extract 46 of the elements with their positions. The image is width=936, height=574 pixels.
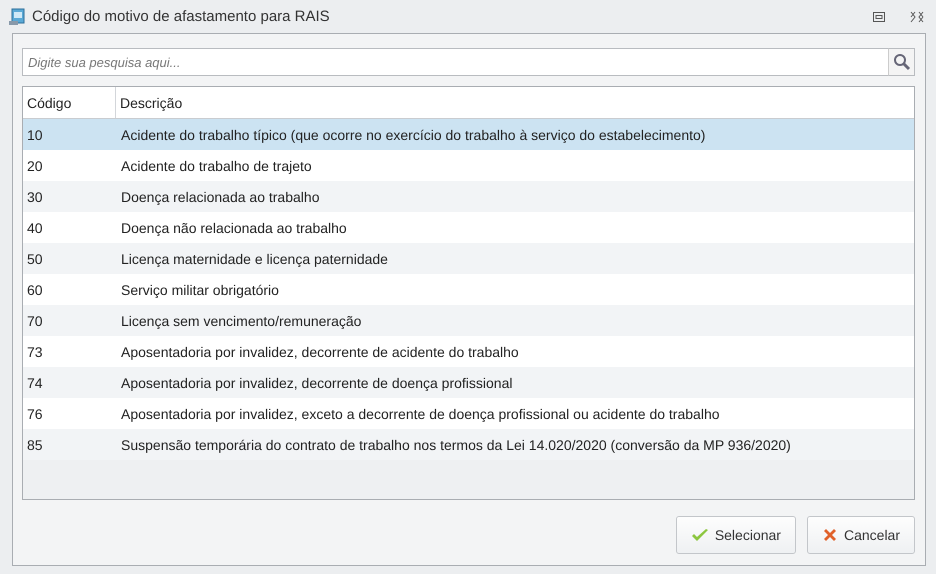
table-cell: Acidente do trabalho de trajeto: [121, 158, 312, 174]
table-row[interactable]: 60 Serviço militar obrigatório: [23, 274, 914, 305]
search-field[interactable]: Digite sua pesquisa aqui...: [22, 48, 888, 76]
app-icon: [8, 8, 26, 26]
table-row[interactable]: 70 Licença sem vencimento/remuneração: [23, 305, 914, 336]
cancel-button[interactable]: Cancelar: [806, 516, 915, 554]
table-cell: 50: [27, 250, 43, 266]
table-row[interactable]: 30 Doença relacionada ao trabalho: [23, 181, 914, 212]
table-cell: Aposentadoria por invalidez, decorrente de acidente do trabalho: [121, 344, 519, 360]
table-cell: 60: [27, 282, 43, 298]
table-row[interactable]: 85 Suspensão temporária do contrato de trabalho nos termos da Lei 14.020/2020 (conversão da MP 936/2020): [23, 429, 914, 460]
table-cell: Serviço militar obrigatório: [121, 282, 279, 298]
table-row[interactable]: 10 Acidente do trabalho típico (que ocorre no exercício do trabalho à serviço do estabelecimento): [23, 119, 914, 150]
search-icon: [892, 53, 910, 71]
x-icon: [822, 527, 838, 543]
table-cell: 73: [27, 344, 43, 360]
table-cell: Licença sem vencimento/remuneração: [121, 312, 362, 328]
table-cell: 10: [27, 126, 43, 142]
table-cell: 76: [27, 406, 43, 422]
window-title: Código do motivo de afastamento para RAIS: [32, 8, 331, 25]
table-cell: Acidente do trabalho típico (que ocorre no exercício do trabalho à serviço do estabelecimento): [121, 126, 706, 142]
check-icon: [690, 528, 709, 542]
table-cell: Doença relacionada ao trabalho: [121, 188, 320, 204]
search-button[interactable]: [888, 48, 915, 76]
table-cell: 30: [27, 188, 43, 204]
table-cell: 70: [27, 312, 43, 328]
restore-icon: [873, 12, 885, 22]
table-row[interactable]: 76 Aposentadoria por invalidez, exceto a decorrente de doença profissional ou acidente do trabalho: [23, 398, 914, 429]
table-row[interactable]: 73 Aposentadoria por invalidez, decorrente de acidente do trabalho: [23, 336, 914, 367]
table-cell: 40: [27, 220, 43, 236]
table-row[interactable]: 20 Acidente do trabalho de trajeto: [23, 150, 914, 181]
table-cell: 74: [27, 374, 43, 390]
table-row[interactable]: 74 Aposentadoria por invalidez, decorrente de doença profissional: [23, 367, 914, 398]
table-cell: Aposentadoria por invalidez, exceto a decorrente de doença profissional ou acidente do trabalho: [121, 406, 720, 422]
table-cell: Aposentadoria por invalidez, decorrente de doença profissional: [121, 374, 512, 390]
column-header[interactable]: Código: [23, 87, 116, 118]
table-row[interactable]: 50 Licença maternidade e licença paternidade: [23, 243, 914, 274]
table-cell: Suspensão temporária do contrato de trabalho nos termos da Lei 14.020/2020 (conversão da MP 936/2020): [121, 436, 791, 452]
table-cell: 85: [27, 436, 43, 452]
close-icon: [910, 10, 924, 22]
select-button[interactable]: Selecionar: [676, 516, 796, 554]
column-header[interactable]: Descrição: [116, 87, 914, 118]
table-cell: Licença maternidade e licença paternidade: [121, 250, 388, 266]
table-cell: Doença não relacionada ao trabalho: [121, 220, 347, 236]
table-cell: 20: [27, 158, 43, 174]
table-row[interactable]: 40 Doença não relacionada ao trabalho: [23, 212, 914, 243]
